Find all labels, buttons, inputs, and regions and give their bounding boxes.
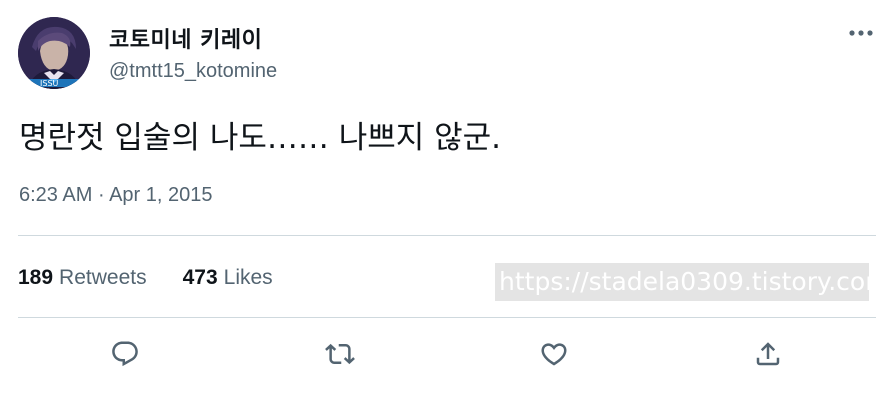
likes-stat[interactable]: 473 Likes [183, 266, 273, 290]
tweet-text: 명란젓 입술의 나도…… 나쁘지 않군. [19, 120, 502, 156]
like-button[interactable] [536, 336, 572, 372]
display-name[interactable]: 코토미네 키레이 [109, 22, 262, 54]
avatar[interactable]: ISSU [18, 17, 90, 89]
likes-count: 473 [182, 266, 218, 289]
avatar-image: ISSU [18, 17, 90, 89]
divider-bottom [18, 317, 876, 318]
reply-button[interactable] [107, 336, 143, 372]
tweet-time[interactable]: 6:23 AM [19, 184, 92, 206]
more-options-button[interactable] [846, 22, 876, 44]
like-icon [541, 343, 567, 366]
svg-text:ISSU: ISSU [40, 79, 59, 88]
tweet-date[interactable]: Apr 1, 2015 [109, 184, 212, 206]
retweets-stat[interactable]: 189 Retweets [18, 266, 147, 290]
retweets-label: Retweets [59, 266, 147, 289]
meta-separator: · [97, 184, 105, 206]
user-handle[interactable]: @tmtt15_kotomine [109, 60, 277, 83]
likes-label: Likes [223, 266, 273, 289]
tweet-stats: 189 Retweets 473 Likes [18, 266, 273, 290]
share-icon [756, 342, 780, 366]
more-icon [849, 30, 873, 36]
reply-icon [112, 341, 138, 367]
watermark-text: https://stadela0309.tistory.com [495, 263, 869, 301]
tweet-timestamp: 6:23 AM · Apr 1, 2015 [19, 184, 213, 207]
retweet-icon [325, 343, 355, 365]
share-button[interactable] [750, 336, 786, 372]
retweets-count: 189 [18, 266, 54, 289]
divider-top [18, 235, 876, 236]
retweet-button[interactable] [322, 336, 358, 372]
